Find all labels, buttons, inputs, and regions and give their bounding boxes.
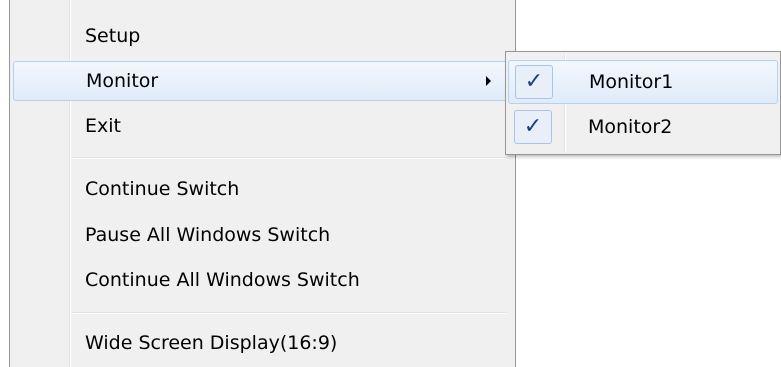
menu-separator (72, 312, 507, 314)
submenu-item-monitor1[interactable]: ✓ Monitor1 (508, 60, 778, 104)
chevron-right-icon (486, 76, 491, 86)
menu-item-pause-all-windows-switch[interactable]: Pause All Windows Switch (13, 215, 512, 255)
menu-item-label: Exit (85, 115, 121, 137)
menu-item-monitor[interactable]: Monitor (13, 61, 512, 101)
menu-item-wide-screen-display[interactable]: Wide Screen Display(16:9) (13, 323, 512, 363)
menu-item-label: Monitor (86, 70, 159, 92)
checkmark-icon: ✓ (515, 65, 553, 99)
submenu-item-label: Monitor2 (588, 116, 673, 138)
screen: Setup Monitor Exit Continue Switch Pause… (0, 0, 781, 367)
menu-item-label: Setup (85, 25, 141, 47)
submenu-item-label: Monitor1 (589, 71, 674, 93)
menu-item-exit[interactable]: Exit (13, 106, 512, 146)
menu-item-label: Continue Switch (85, 178, 240, 200)
menu-item-label: Continue All Windows Switch (85, 269, 360, 291)
submenu-item-monitor2[interactable]: ✓ Monitor2 (508, 105, 778, 149)
monitor-submenu: ✓ Monitor1 ✓ Monitor2 (505, 51, 781, 155)
checkmark-icon: ✓ (514, 110, 552, 144)
menu-item-label: Wide Screen Display(16:9) (85, 332, 338, 354)
menu-item-label: Pause All Windows Switch (85, 224, 331, 246)
context-menu: Setup Monitor Exit Continue Switch Pause… (9, 0, 516, 367)
menu-item-continue-switch[interactable]: Continue Switch (13, 169, 512, 209)
menu-item-continue-all-windows-switch[interactable]: Continue All Windows Switch (13, 260, 512, 300)
menu-separator (72, 157, 507, 159)
menu-item-setup[interactable]: Setup (13, 16, 512, 56)
